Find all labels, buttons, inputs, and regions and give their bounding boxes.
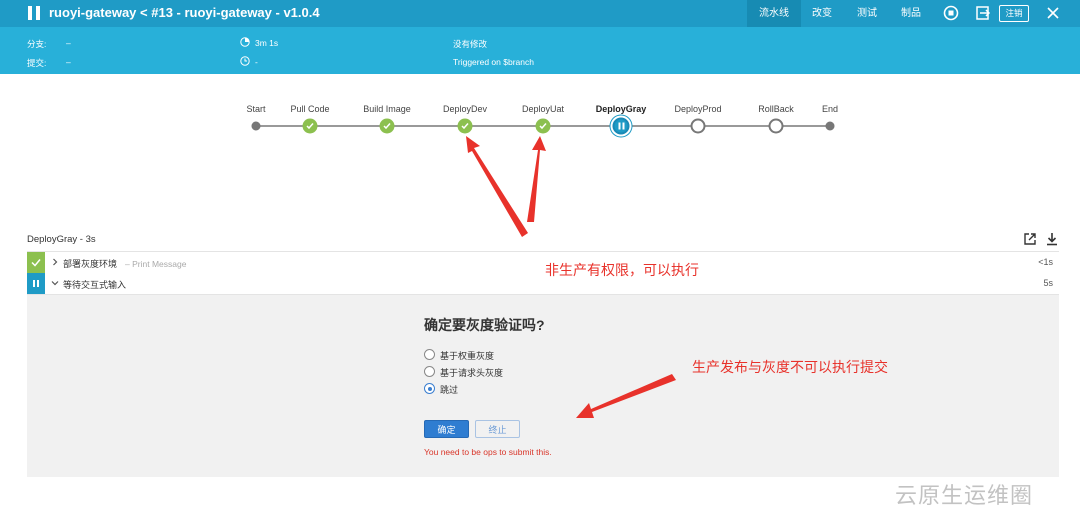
duration-icon <box>240 37 250 47</box>
tab-changes[interactable]: 改变 <box>801 0 843 27</box>
permission-error: You need to be ops to submit this. <box>424 447 552 457</box>
open-external-icon[interactable] <box>1023 232 1037 246</box>
duration-value: 3m 1s <box>255 38 279 48</box>
tab-tests[interactable]: 测试 <box>846 0 888 27</box>
pause-icon[interactable] <box>28 6 40 20</box>
chevron-down-icon[interactable] <box>51 279 59 287</box>
stage-label-end[interactable]: End <box>822 104 838 114</box>
run-info-bar: 分支: – 提交: – 3m 1s - 没有修改 Triggered on $b… <box>0 27 1080 74</box>
stage-label-deploygray[interactable]: DeployGray <box>596 104 647 114</box>
stage-success-icon-deploydev[interactable] <box>457 118 473 134</box>
stage-detail-title: DeployGray - 3s <box>27 234 96 245</box>
stage-node-end <box>825 121 835 131</box>
branch-value: – <box>66 38 71 48</box>
commit-label: 提交: <box>27 58 47 68</box>
step-subtitle: – Print Message <box>125 259 187 269</box>
trigger-text: Triggered on $branch <box>453 57 534 67</box>
ok-button[interactable]: 确定 <box>424 420 469 438</box>
logout-button[interactable]: 注销 <box>999 5 1029 22</box>
pause-icon <box>33 280 39 287</box>
stage-pending-icon-rollback[interactable] <box>768 118 784 134</box>
exit-icon[interactable] <box>975 5 991 21</box>
stop-icon[interactable] <box>943 5 959 21</box>
top-navbar: ruoyi-gateway < #13 - ruoyi-gateway - v1… <box>0 0 1080 27</box>
branch-label: 分支: <box>27 39 47 49</box>
input-panel: 确定要灰度验证吗? 基于权重灰度 基于请求头灰度 跳过 确定 终止 You ne… <box>27 295 1059 477</box>
stage-pending-icon-deployprod[interactable] <box>690 118 706 134</box>
stage-label-pull-code[interactable]: Pull Code <box>290 104 329 114</box>
close-icon[interactable] <box>1045 5 1061 21</box>
stage-label-deployuat[interactable]: DeployUat <box>522 104 564 114</box>
chevron-right-icon[interactable] <box>51 258 59 266</box>
radio-button[interactable] <box>424 366 435 377</box>
option-label: 基于请求头灰度 <box>440 368 504 378</box>
annotation-note-nonprod: 非生产有权限，可以执行 <box>545 262 699 278</box>
option-label: 基于权重灰度 <box>440 351 495 361</box>
input-question: 确定要灰度验证吗? <box>424 317 545 333</box>
page-title: ruoyi-gateway < #13 - ruoyi-gateway - v1… <box>49 5 320 20</box>
abort-button[interactable]: 终止 <box>475 420 520 438</box>
step-duration: <1s <box>1038 257 1053 267</box>
download-icon[interactable] <box>1045 232 1059 246</box>
arrow-to-deploydev <box>466 136 528 237</box>
step-row-deploy-gray[interactable]: 部署灰度环境 – Print Message <1s <box>27 251 1059 274</box>
commit-value: – <box>66 57 71 67</box>
stage-success-icon-pull-code[interactable] <box>302 118 318 134</box>
stage-label-deploydev[interactable]: DeployDev <box>443 104 487 114</box>
stage-paused-icon-deploygray[interactable] <box>612 117 630 135</box>
stage-success-icon-build-image[interactable] <box>379 118 395 134</box>
radio-button[interactable] <box>424 349 435 360</box>
step-status-success <box>27 252 45 273</box>
stage-label-deployprod[interactable]: DeployProd <box>674 104 721 114</box>
check-icon <box>31 259 41 267</box>
stage-label-build-image[interactable]: Build Image <box>363 104 411 114</box>
stage-label-start[interactable]: Start <box>246 104 265 114</box>
time-value: - <box>255 57 258 67</box>
stage-label-rollback[interactable]: RollBack <box>758 104 794 114</box>
step-row-wait-input[interactable]: 等待交互式输入 5s <box>27 273 1059 295</box>
step-title: 等待交互式输入 <box>63 280 127 290</box>
tab-pipeline[interactable]: 流水线 <box>747 0 801 27</box>
step-name: 部署灰度环境 – Print Message <box>63 257 186 270</box>
stage-node-start <box>251 121 261 131</box>
watermark: 云原生运维圈 <box>895 483 1034 508</box>
step-status-paused <box>27 273 45 294</box>
option-label: 跳过 <box>440 385 459 395</box>
step-title: 部署灰度环境 <box>63 259 118 269</box>
step-duration: 5s <box>1043 278 1053 288</box>
clock-icon <box>240 56 250 66</box>
annotation-note-prod: 生产发布与灰度不可以执行提交 <box>692 359 888 375</box>
radio-button-selected[interactable] <box>424 383 435 394</box>
arrow-to-deployuat <box>527 136 546 222</box>
stage-success-icon-deployuat[interactable] <box>535 118 551 134</box>
tab-artifacts[interactable]: 制品 <box>890 0 932 27</box>
changes-text: 没有修改 <box>453 39 488 49</box>
pipeline-graph: Start Pull Code Build Image DeployDev Deploy… <box>0 96 1080 146</box>
